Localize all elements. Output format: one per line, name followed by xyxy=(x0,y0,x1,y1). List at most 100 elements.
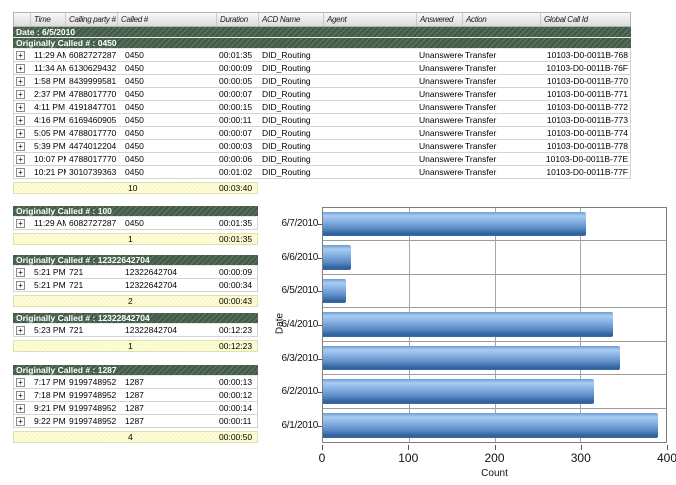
column-header[interactable]: Duration xyxy=(217,13,259,26)
expand-button[interactable]: + xyxy=(16,268,25,277)
cell-expand: + xyxy=(14,166,31,178)
cell-action: Transfer xyxy=(463,140,541,152)
cell-acd-name: DID_Routing xyxy=(259,166,324,178)
expand-button[interactable]: + xyxy=(16,64,25,73)
cell-calling-party: 3010739363 xyxy=(66,166,118,178)
group-summary: 4 00:00:50 xyxy=(13,431,258,443)
chart-x-tick-label: 300 xyxy=(561,451,601,465)
called-group-header-1287[interactable]: Originally Called # : 1287 xyxy=(13,365,258,376)
cell-answered: Unanswered xyxy=(417,140,463,152)
group-summary: 1 00:12:23 xyxy=(13,340,258,352)
expand-button[interactable]: + xyxy=(16,219,25,228)
summary-spacer xyxy=(14,234,118,244)
cell-action: Transfer xyxy=(463,166,541,178)
cell-calling-party: 6082727287 xyxy=(66,49,118,61)
cell-called: 0450 xyxy=(118,166,217,178)
cell-time: 5:21 PM xyxy=(31,279,66,291)
cell-expand: + xyxy=(14,217,31,229)
cell-time: 9:22 PM xyxy=(31,415,66,427)
cell-agent xyxy=(324,114,417,126)
chart-bar xyxy=(323,413,658,438)
column-header[interactable]: Calling party # xyxy=(66,13,118,26)
cell-expand: + xyxy=(14,88,31,100)
called-group-header-100[interactable]: Originally Called # : 100 xyxy=(13,206,258,217)
call-row: + 9:21 PM 9199748952 1287 00:00:14 xyxy=(13,402,258,415)
called-group-header-12322842704[interactable]: Originally Called # : 12322842704 xyxy=(13,313,258,324)
cell-time: 7:18 PM xyxy=(31,389,66,401)
cell-acd-name: DID_Routing xyxy=(259,140,324,152)
cell-expand: + xyxy=(14,376,31,388)
cell-answered: Unanswered xyxy=(417,114,463,126)
cell-expand: + xyxy=(14,75,31,87)
chart-x-tick-label: 100 xyxy=(388,451,428,465)
call-row: + 9:22 PM 9199748952 1287 00:00:11 xyxy=(13,415,258,428)
column-header[interactable]: Action xyxy=(463,13,541,26)
cell-answered: Unanswered xyxy=(417,75,463,87)
cell-global-call-id: 10103-D0-0011B-771 xyxy=(541,88,632,100)
cell-calling-party: 9199748952 xyxy=(66,402,118,414)
expand-button[interactable]: + xyxy=(16,103,25,112)
column-header[interactable]: Agent xyxy=(324,13,417,26)
summary-duration: 00:00:50 xyxy=(217,432,259,442)
summary-count: 1 xyxy=(118,234,217,244)
call-row: + 5:21 PM 721 12322642704 00:00:34 xyxy=(13,279,258,292)
column-header[interactable]: Called # xyxy=(118,13,217,26)
cell-called: 0450 xyxy=(118,62,217,74)
column-header[interactable]: Global Call Id xyxy=(541,13,632,26)
called-group-header-0450[interactable]: Originally Called # : 0450 xyxy=(13,38,631,49)
cell-calling-party: 6169460905 xyxy=(66,114,118,126)
cell-agent xyxy=(324,62,417,74)
expand-button[interactable]: + xyxy=(16,90,25,99)
expand-button[interactable]: + xyxy=(16,77,25,86)
cell-called: 0450 xyxy=(118,88,217,100)
cell-duration: 00:01:02 xyxy=(217,166,259,178)
expand-button[interactable]: + xyxy=(16,417,25,426)
cell-expand: + xyxy=(14,415,31,427)
expand-button[interactable]: + xyxy=(16,168,25,177)
expand-button[interactable]: + xyxy=(16,391,25,400)
date-group-header[interactable]: Date : 6/5/2010 xyxy=(13,27,631,38)
cell-action: Transfer xyxy=(463,75,541,87)
cell-answered: Unanswered xyxy=(417,166,463,178)
column-header[interactable]: Time xyxy=(31,13,66,26)
cell-duration: 00:01:35 xyxy=(217,49,259,61)
chart-x-tick xyxy=(408,445,409,450)
cell-expand: + xyxy=(14,49,31,61)
column-header[interactable]: Answered xyxy=(417,13,463,26)
cell-global-call-id: 10103-D0-0011B-77E xyxy=(541,153,632,165)
cell-duration: 00:00:09 xyxy=(217,266,259,278)
group-summary: 1 00:01:35 xyxy=(13,233,258,245)
expand-button[interactable]: + xyxy=(16,155,25,164)
cell-agent xyxy=(324,127,417,139)
expand-button[interactable]: + xyxy=(16,142,25,151)
column-header-expand xyxy=(14,13,31,26)
cell-time: 10:07 PM xyxy=(31,153,66,165)
column-header[interactable]: ACD Name xyxy=(259,13,324,26)
expand-button[interactable]: + xyxy=(16,378,25,387)
expand-button[interactable]: + xyxy=(16,51,25,60)
chart-x-tick-label: 0 xyxy=(302,451,342,465)
cell-time: 5:23 PM xyxy=(31,324,66,336)
summary-duration: 00:00:43 xyxy=(217,296,259,306)
expand-button[interactable]: + xyxy=(16,281,25,290)
cell-answered: Unanswered xyxy=(417,62,463,74)
chart-bar xyxy=(323,346,620,370)
cell-expand: + xyxy=(14,140,31,152)
cell-action: Transfer xyxy=(463,114,541,126)
expand-button[interactable]: + xyxy=(16,129,25,138)
call-row: + 4:11 PM 4191847701 0450 00:00:15 DID_R… xyxy=(13,101,631,114)
expand-button[interactable]: + xyxy=(16,326,25,335)
cell-duration: 00:00:15 xyxy=(217,101,259,113)
call-row: + 11:34 AM 6130629432 0450 00:00:09 DID_… xyxy=(13,62,631,75)
chart-x-tick xyxy=(495,445,496,450)
cell-answered: Unanswered xyxy=(417,49,463,61)
called-group-header-12322642704[interactable]: Originally Called # : 12322642704 xyxy=(13,255,258,266)
calls-by-date-bar-chart: Date 6/7/20106/6/20106/5/20106/4/20106/3… xyxy=(274,202,676,485)
group-summary: 10 00:03:40 xyxy=(13,182,258,194)
expand-button[interactable]: + xyxy=(16,404,25,413)
expand-button[interactable]: + xyxy=(16,116,25,125)
cell-time: 10:21 PM xyxy=(31,166,66,178)
summary-count: 2 xyxy=(118,296,217,306)
cell-called: 1287 xyxy=(118,402,217,414)
group-0450-rows: + 11:29 AM 6082727287 0450 00:01:35 DID_… xyxy=(13,49,633,179)
